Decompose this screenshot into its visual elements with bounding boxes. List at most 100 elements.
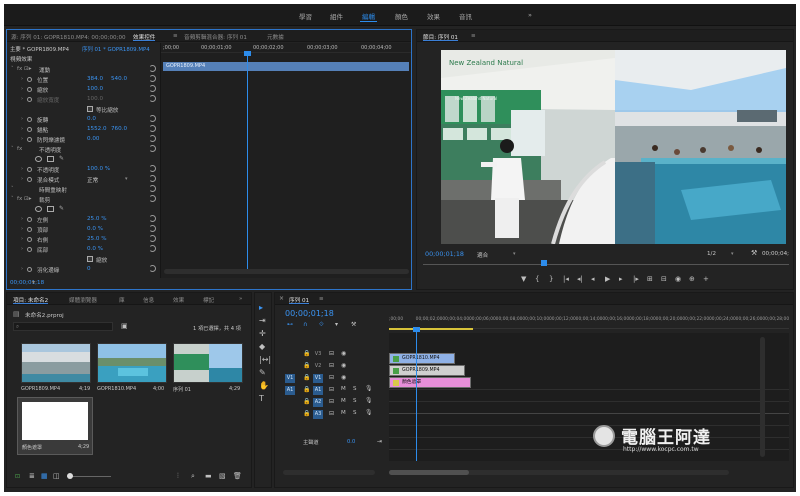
property-value[interactable]: 100.0: [87, 96, 103, 102]
tab-menu-icon[interactable]: ≡: [173, 33, 178, 39]
effect-row[interactable]: › 不透明度 100.0 %: [7, 165, 159, 175]
close-icon[interactable]: ×: [279, 295, 284, 302]
mute-icon[interactable]: M: [341, 410, 346, 416]
lift-icon[interactable]: ⊞: [647, 275, 653, 283]
pen-tool-icon[interactable]: ✎: [259, 368, 266, 377]
ripple-edit-tool-icon[interactable]: ✛: [259, 329, 266, 338]
property-value[interactable]: 540.0: [111, 76, 127, 82]
stopwatch-icon[interactable]: [27, 117, 32, 122]
chevron-down-icon[interactable]: ˅: [11, 146, 14, 152]
tab-audio-mixer[interactable]: 音頻剪輯混合器: 序列 01: [184, 33, 247, 41]
play-icon[interactable]: ▶: [605, 275, 610, 283]
workspace-audio[interactable]: 音訊: [459, 11, 472, 21]
timeline-playhead[interactable]: [416, 329, 417, 461]
chevron-down-icon[interactable]: ▾: [125, 176, 128, 182]
pen-mask-icon[interactable]: ✎: [59, 205, 64, 212]
program-fit-select[interactable]: 適合: [477, 251, 488, 259]
tabs-more-icon[interactable]: »: [239, 296, 242, 302]
lock-icon[interactable]: 🔒: [303, 374, 310, 381]
property-value[interactable]: 0: [87, 266, 91, 272]
stopwatch-icon[interactable]: [27, 137, 32, 142]
extract-icon[interactable]: ⊟: [661, 275, 667, 283]
program-timecode[interactable]: 00;00;01;18: [425, 250, 464, 258]
play-back-icon[interactable]: ◂: [591, 275, 595, 283]
tab-effects[interactable]: 效果: [173, 296, 184, 304]
new-item-icon[interactable]: ▧: [219, 472, 226, 480]
property-value[interactable]: 0.0 %: [87, 246, 103, 252]
chevron-down-icon[interactable]: ˅: [11, 196, 14, 202]
add-icon[interactable]: +: [703, 275, 709, 283]
master-goto-icon[interactable]: ⇥: [377, 438, 382, 445]
fx-icon[interactable]: fx ⊡▸: [17, 196, 32, 202]
list-view-icon[interactable]: ≣: [29, 472, 35, 480]
lock-icon[interactable]: 🔒: [303, 386, 310, 393]
workspace-effects[interactable]: 效果: [427, 11, 440, 21]
chevron-right-icon[interactable]: ›: [21, 136, 23, 142]
effect-row[interactable]: › 頂部 0.0 %: [7, 225, 159, 235]
effect-row[interactable]: › 旋轉 0.0: [7, 115, 159, 125]
effect-row[interactable]: › 縮放寬度 100.0: [7, 95, 159, 105]
workspace-more-icon[interactable]: »: [528, 11, 532, 19]
property-value[interactable]: 0.00: [87, 136, 99, 142]
program-scrub-bar[interactable]: [423, 264, 789, 265]
chevron-right-icon[interactable]: ›: [21, 76, 23, 82]
mute-icon[interactable]: M: [341, 386, 346, 392]
chevron-right-icon[interactable]: ›: [21, 86, 23, 92]
effect-row[interactable]: 縮放: [7, 255, 159, 265]
sync-lock-icon[interactable]: ⊟: [329, 362, 334, 369]
lock-icon[interactable]: ⊡: [15, 473, 20, 480]
timeline-clip[interactable]: GOPR1809.MP4: [389, 365, 465, 376]
media-name[interactable]: 序列 01: [173, 386, 191, 393]
stopwatch-icon[interactable]: [27, 247, 32, 252]
button-editor-icon[interactable]: ⊕: [689, 275, 695, 283]
track-target[interactable]: A3: [313, 410, 323, 419]
icon-view-icon[interactable]: ▦: [41, 472, 48, 480]
project-search-input[interactable]: ⌕: [13, 322, 113, 331]
effect-timecode[interactable]: 00;00;01;18: [10, 280, 44, 286]
effect-row[interactable]: › 混合模式 正常 ▾: [7, 175, 159, 185]
add-marker-icon[interactable]: ▼: [521, 275, 526, 283]
property-value[interactable]: 0.0 %: [87, 226, 103, 232]
effect-row[interactable]: › 右側 25.0 %: [7, 235, 159, 245]
reset-icon[interactable]: [149, 135, 156, 142]
media-name[interactable]: GOPR1809.MP4: [21, 386, 60, 392]
timeline-scroll-thumb[interactable]: [389, 470, 469, 475]
ellipse-mask-icon[interactable]: [35, 156, 42, 162]
track-target[interactable]: V2: [313, 362, 323, 371]
effect-row[interactable]: ˅ fx ⊡▸ 運動: [7, 65, 159, 75]
stopwatch-icon[interactable]: [27, 267, 32, 272]
mark-in-icon[interactable]: {: [535, 275, 539, 283]
effect-clip-bar[interactable]: GOPR1809.MP4: [163, 62, 409, 71]
stopwatch-icon[interactable]: [27, 167, 32, 172]
effect-row[interactable]: › 羽化邊緣 0: [7, 265, 159, 275]
property-value[interactable]: 1552.0: [87, 126, 107, 132]
effect-row[interactable]: ✎: [7, 205, 159, 215]
program-playhead[interactable]: [541, 260, 547, 266]
work-area-bar[interactable]: [389, 328, 473, 330]
sync-lock-icon[interactable]: ⊟: [329, 410, 334, 417]
step-back-icon[interactable]: ◂|: [577, 275, 583, 283]
wrench-icon[interactable]: ⚒: [751, 249, 757, 257]
stopwatch-icon[interactable]: [27, 237, 32, 242]
tab-effect-controls[interactable]: 效果控件: [133, 33, 156, 41]
reset-icon[interactable]: [149, 195, 156, 202]
property-value[interactable]: 25.0 %: [87, 216, 107, 222]
program-video-frame[interactable]: New Zealand Natural New Zealand Natural: [441, 50, 786, 244]
media-thumbnail[interactable]: [21, 343, 91, 383]
reset-icon[interactable]: [149, 175, 156, 182]
chevron-right-icon[interactable]: ›: [21, 236, 23, 242]
media-thumbnail[interactable]: [173, 343, 243, 383]
track-target[interactable]: V1: [313, 374, 323, 383]
timeline-h-scroll-left[interactable]: [283, 470, 375, 475]
timeline-clip[interactable]: 顏色遮罩: [389, 377, 471, 388]
effect-playhead-head[interactable]: [244, 51, 251, 56]
solo-icon[interactable]: S: [353, 386, 357, 392]
sync-lock-icon[interactable]: ⊟: [329, 374, 334, 381]
effect-ruler[interactable]: ;00;00 00;00;01;00 00;00;02;00 00;00;03;…: [161, 43, 411, 53]
chevron-down-icon[interactable]: ˅: [11, 186, 14, 192]
checkbox[interactable]: [87, 256, 93, 262]
automate-icon[interactable]: ⫶: [177, 472, 179, 481]
chevron-right-icon[interactable]: ›: [21, 166, 23, 172]
reset-icon[interactable]: [149, 85, 156, 92]
tab-source[interactable]: 源: 序列 01: GOPR1810.MP4: 00;00;00;00: [11, 33, 126, 41]
